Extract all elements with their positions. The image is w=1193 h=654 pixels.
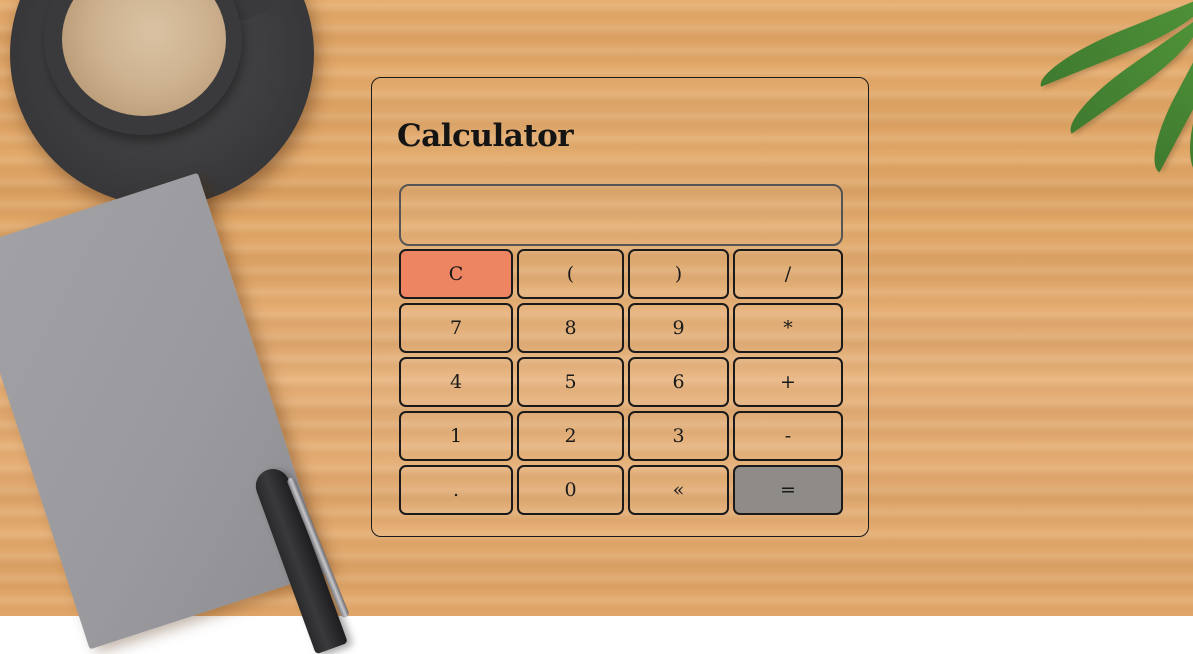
- digit-1-button[interactable]: 1: [399, 411, 513, 461]
- calculator-title: Calculator: [397, 118, 574, 154]
- digit-2-button[interactable]: 2: [517, 411, 624, 461]
- close-paren-button[interactable]: ): [628, 249, 729, 299]
- calculator-keypad: C()/ 7 8 9 * 4 5 6 +1 2 3-. 0 «=: [399, 249, 844, 516]
- calculator-display[interactable]: [399, 184, 843, 246]
- digit-7-button[interactable]: 7: [399, 303, 513, 353]
- backspace-button[interactable]: «: [628, 465, 729, 515]
- digit-9-button[interactable]: 9: [628, 303, 729, 353]
- add-button[interactable]: +: [733, 357, 843, 407]
- calculator-card: Calculator C()/ 7 8 9 * 4 5 6 +1 2 3-. 0 «=: [371, 77, 869, 537]
- divide-button[interactable]: /: [733, 249, 843, 299]
- multiply-button[interactable]: *: [733, 303, 843, 353]
- open-paren-button[interactable]: (: [517, 249, 624, 299]
- digit-5-button[interactable]: 5: [517, 357, 624, 407]
- digit-4-button[interactable]: 4: [399, 357, 513, 407]
- subtract-button[interactable]: -: [733, 411, 843, 461]
- clear-button[interactable]: C: [399, 249, 513, 299]
- equals-button[interactable]: =: [733, 465, 843, 515]
- digit-6-button[interactable]: 6: [628, 357, 729, 407]
- digit-3-button[interactable]: 3: [628, 411, 729, 461]
- decimal-button[interactable]: .: [399, 465, 513, 515]
- digit-8-button[interactable]: 8: [517, 303, 624, 353]
- digit-0-button[interactable]: 0: [517, 465, 624, 515]
